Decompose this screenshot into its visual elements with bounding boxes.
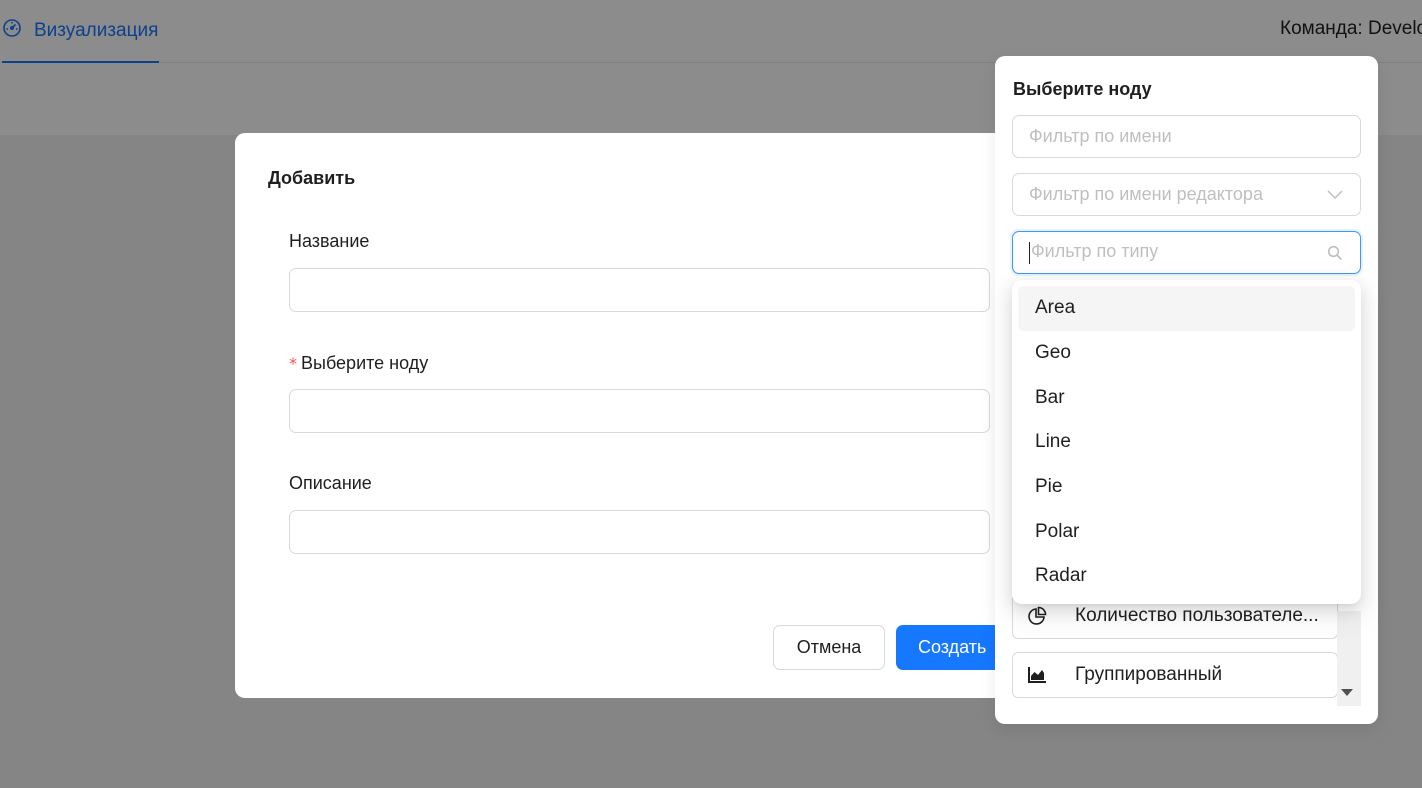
name-input[interactable] (289, 268, 990, 312)
dropdown-option-geo[interactable]: Geo (1018, 331, 1355, 376)
search-icon (1326, 244, 1344, 262)
modal-title: Добавить (268, 168, 356, 188)
node-select-input[interactable] (289, 389, 990, 433)
chevron-down-icon (1326, 186, 1344, 204)
dropdown-option-radar[interactable]: Radar (1018, 554, 1355, 599)
node-card[interactable]: Группированный (1012, 652, 1338, 698)
dropdown-option-bar[interactable]: Bar (1018, 375, 1355, 420)
area-chart-icon (1013, 667, 1061, 683)
create-button[interactable]: Создать (896, 625, 1011, 670)
required-mark: * (289, 354, 297, 373)
filter-editor-select[interactable]: Фильтр по имени редактора (1012, 173, 1361, 216)
name-label: Название (289, 231, 370, 251)
filter-name-input[interactable]: Фильтр по имени (1012, 115, 1361, 158)
type-dropdown: Area Geo Bar Line Pie Polar Radar (1012, 280, 1361, 604)
cancel-button[interactable]: Отмена (773, 625, 885, 670)
node-label: * Выберите ноду (289, 353, 429, 373)
node-picker-title: Выберите ноду (1013, 79, 1152, 99)
description-label: Описание (289, 473, 372, 493)
dropdown-option-area[interactable]: Area (1018, 286, 1355, 331)
description-input[interactable] (289, 510, 990, 554)
scroll-down-arrow-icon[interactable] (1341, 689, 1353, 696)
dropdown-option-line[interactable]: Line (1018, 420, 1355, 465)
dropdown-option-polar[interactable]: Polar (1018, 509, 1355, 554)
add-modal: Добавить Название * Выберите ноду Описани… (235, 133, 1025, 698)
dropdown-option-pie[interactable]: Pie (1018, 465, 1355, 510)
filter-type-input[interactable]: Фильтр по типу (1012, 231, 1361, 274)
pie-chart-icon (1013, 606, 1061, 626)
